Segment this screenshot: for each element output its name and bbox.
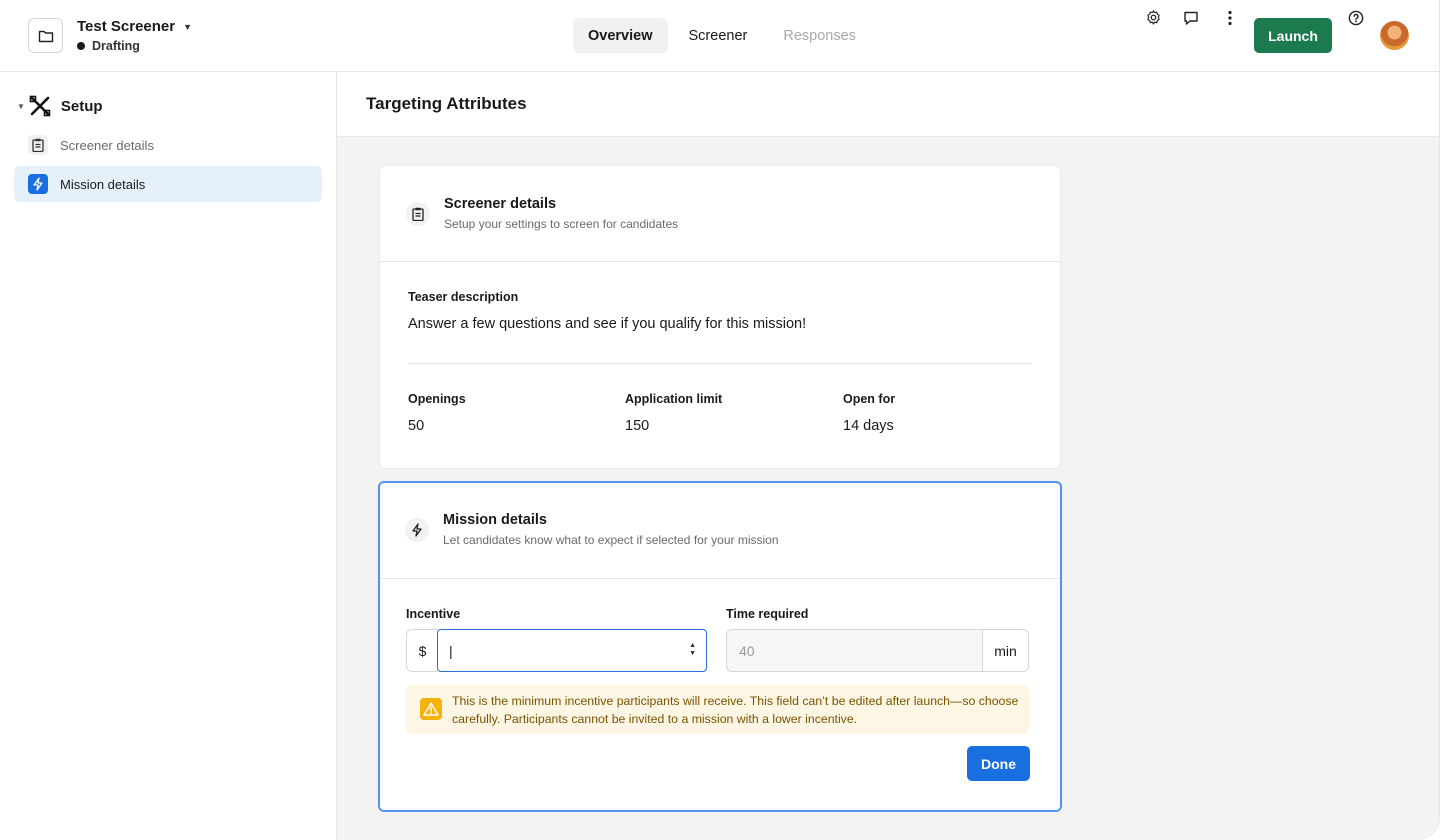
screener-details-card: Screener details Setup your settings to … (380, 166, 1060, 468)
project-title-text: Test Screener (77, 18, 176, 35)
comments-button[interactable] (1177, 0, 1205, 35)
clipboard-icon (406, 202, 430, 226)
sidebar-item-screener-details[interactable]: Screener details (14, 127, 322, 163)
incentive-label: Incentive (406, 607, 461, 621)
launch-button[interactable]: Launch (1254, 18, 1332, 53)
incentive-warning: This is the minimum incentive participan… (406, 685, 1030, 734)
card-header: Screener details Setup your settings to … (380, 166, 1060, 262)
main-content: Targeting Attributes Screener details Se… (337, 72, 1439, 840)
sidebar-item-label: Mission details (60, 176, 146, 192)
settings-button[interactable] (1139, 0, 1167, 35)
warning-text: This is the minimum incentive participan… (452, 694, 1019, 726)
tools-icon (29, 95, 51, 117)
project-title[interactable]: Test Screener ▼ (77, 18, 192, 35)
openings-label: Openings (408, 392, 466, 406)
open-for-value: 14 days (843, 418, 894, 434)
incentive-input[interactable]: | ▲ ▼ (437, 629, 707, 672)
card-title: Screener details (444, 196, 557, 212)
number-stepper-icon[interactable]: ▲ ▼ (689, 642, 696, 658)
help-icon (1348, 10, 1364, 25)
help-button[interactable] (1342, 0, 1370, 35)
card-title: Mission details (443, 512, 547, 528)
time-required-label: Time required (726, 607, 809, 621)
application-limit-label: Application limit (625, 392, 723, 406)
lightning-icon (405, 518, 429, 542)
sidebar-item-label: Screener details (60, 137, 154, 153)
tab-overview[interactable]: Overview (573, 18, 668, 53)
tab-responses[interactable]: Responses (768, 18, 871, 53)
tab-screener[interactable]: Screener (674, 18, 763, 53)
currency-prefix: $ (406, 629, 438, 672)
avatar[interactable] (1380, 21, 1409, 50)
folder-icon (38, 30, 53, 42)
clipboard-icon (28, 135, 48, 155)
time-required-input[interactable]: 40 (726, 629, 983, 672)
card-subtitle: Setup your settings to screen for candid… (444, 217, 679, 231)
sidebar-section-label: Setup (60, 97, 103, 115)
lightning-icon (28, 174, 48, 194)
folder-button[interactable] (28, 18, 63, 53)
mission-details-card: Mission details Let candidates know what… (378, 481, 1062, 812)
app-window: Test Screener ▼ Drafting Overview Screen… (0, 0, 1440, 840)
project-status: Drafting (77, 39, 140, 53)
teaser-label: Teaser description (408, 290, 519, 304)
sidebar-item-mission-details[interactable]: Mission details (14, 166, 322, 202)
more-options-button[interactable] (1216, 0, 1244, 35)
openings-value: 50 (408, 418, 425, 434)
incentive-input-value: | (449, 642, 453, 659)
more-vertical-icon (1228, 10, 1232, 25)
page-title: Targeting Attributes (366, 94, 527, 113)
tab-bar: Overview Screener Responses (573, 18, 877, 53)
chat-icon (1184, 11, 1198, 25)
done-button[interactable]: Done (967, 746, 1030, 781)
card-subtitle: Let candidates know what to expect if se… (443, 533, 779, 547)
status-dot (77, 42, 85, 50)
main-header: Targeting Attributes (337, 72, 1439, 137)
top-bar: Test Screener ▼ Drafting Overview Screen… (0, 0, 1439, 72)
sidebar-section-setup[interactable]: ▼ Setup (17, 95, 103, 117)
teaser-value: Answer a few questions and see if you qu… (408, 316, 807, 332)
chevron-down-icon: ▼ (183, 21, 193, 32)
sidebar: ▼ Setup Screener details Mission details (0, 72, 337, 840)
divider (408, 363, 1032, 364)
time-unit-suffix: min (982, 629, 1029, 672)
warning-icon (420, 698, 442, 720)
card-header: Mission details Let candidates know what… (380, 483, 1060, 579)
project-status-text: Drafting (92, 39, 140, 53)
gear-icon (1146, 10, 1160, 25)
application-limit-value: 150 (625, 418, 650, 434)
open-for-label: Open for (843, 392, 896, 406)
caret-down-icon: ▼ (17, 101, 25, 111)
